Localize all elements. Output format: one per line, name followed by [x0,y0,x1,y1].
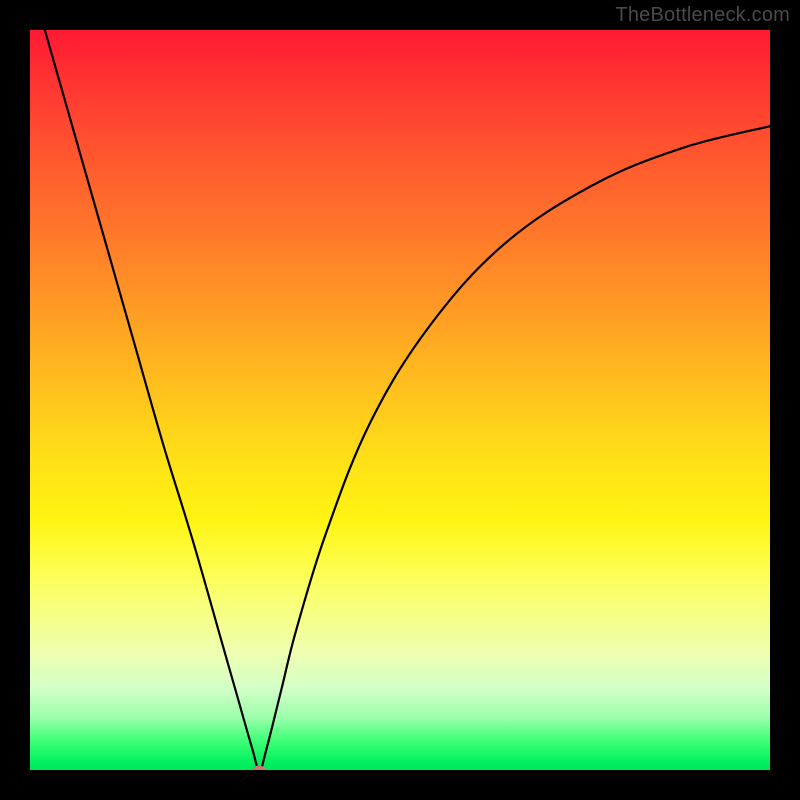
plot-area [30,30,770,770]
curve-svg [30,30,770,770]
chart-frame: TheBottleneck.com [0,0,800,800]
bottleneck-curve [45,30,770,770]
optimum-marker [253,766,266,771]
watermark-text: TheBottleneck.com [615,4,790,27]
